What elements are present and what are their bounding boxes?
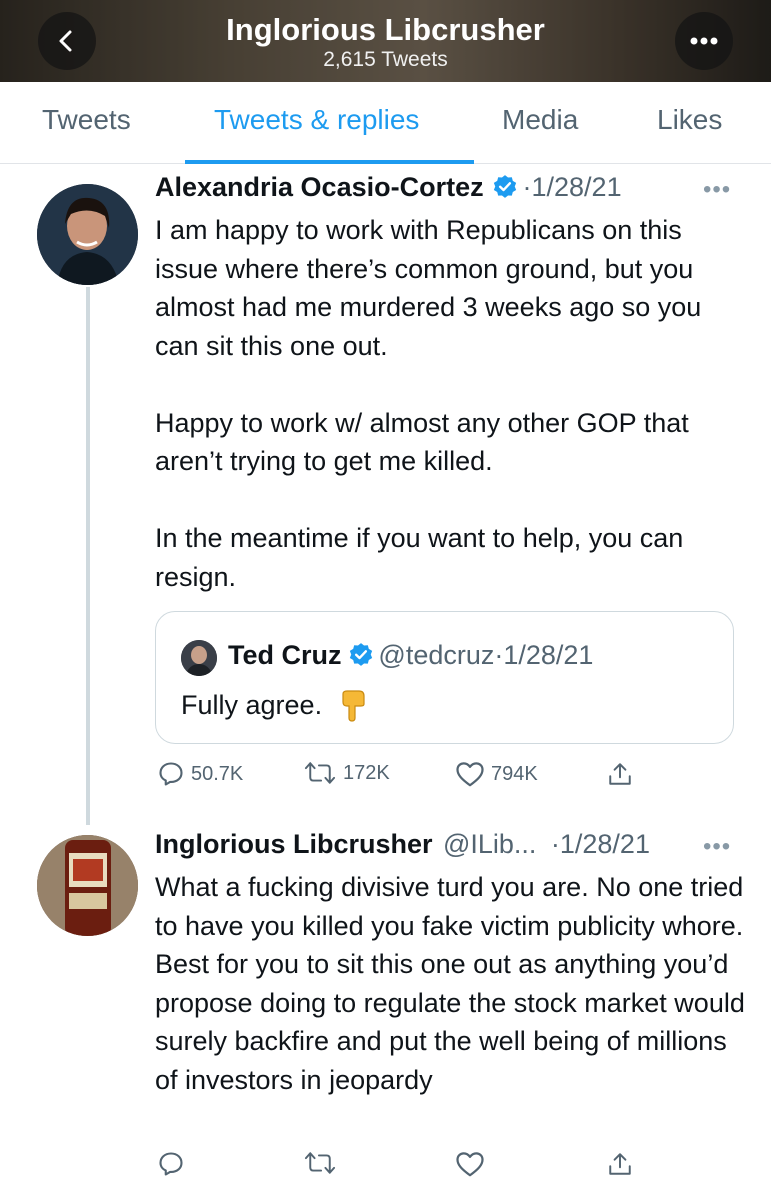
- retweet-button[interactable]: 172K: [303, 760, 390, 786]
- like-button[interactable]: [455, 1150, 485, 1178]
- tab-likes[interactable]: Likes: [657, 104, 722, 136]
- tweet-text: I am happy to work with Republicans on t…: [155, 215, 702, 592]
- tweet-date: ·1/28/21: [522, 172, 622, 202]
- verified-icon: [349, 643, 373, 666]
- retweet-icon: [304, 762, 336, 784]
- tweet-actions: [155, 1150, 655, 1190]
- more-icon: [690, 37, 718, 45]
- share-icon: [609, 1153, 631, 1175]
- verified-icon: [493, 175, 517, 198]
- retweet-button[interactable]: [303, 1150, 337, 1176]
- profile-header: Inglorious Libcrusher 2,615 Tweets: [0, 0, 771, 82]
- share-icon: [609, 763, 631, 785]
- profile-tabs: Tweets Tweets & replies Media Likes: [0, 82, 771, 164]
- tab-tweets-and-replies[interactable]: Tweets & replies: [214, 104, 419, 136]
- avatar[interactable]: [37, 184, 138, 285]
- reply-icon: [159, 762, 183, 786]
- like-button[interactable]: 794K: [455, 760, 538, 788]
- like-icon: [456, 1152, 484, 1177]
- tweet-date: ·1/28/21: [550, 829, 650, 859]
- tweet-more-icon[interactable]: •••: [703, 176, 731, 204]
- quote-handle: @tedcruz: [378, 640, 495, 670]
- share-button[interactable]: [607, 1150, 633, 1178]
- author-handle: @ILib...: [442, 829, 537, 859]
- author-name[interactable]: Inglorious Libcrusher: [155, 829, 433, 859]
- more-button[interactable]: [675, 12, 733, 70]
- tweet-text: What a fucking divisive turd you are. No…: [155, 872, 745, 1095]
- tweet-actions: 50.7K 172K 794K: [155, 760, 655, 800]
- quote-avatar: [181, 640, 217, 676]
- quote-date: ·1/28/21: [494, 640, 594, 670]
- reply-count: 50.7K: [191, 762, 244, 785]
- reply-icon: [159, 1152, 183, 1176]
- tweet-header: Alexandria Ocasio-Cortez ·1/28/21: [155, 172, 622, 203]
- reply-button[interactable]: 50.7K: [157, 760, 243, 788]
- avatar[interactable]: [37, 835, 138, 936]
- active-tab-indicator: [185, 160, 474, 164]
- tweet-header: Inglorious Libcrusher @ILib... ·1/28/21: [155, 829, 650, 860]
- share-button[interactable]: [607, 760, 633, 788]
- author-name[interactable]: Alexandria Ocasio-Cortez: [155, 172, 484, 202]
- quote-author-name: Ted Cruz: [228, 640, 342, 670]
- tweet-more-icon[interactable]: •••: [703, 833, 731, 861]
- quote-text: Fully agree.: [181, 690, 323, 720]
- thread-line: [86, 287, 90, 825]
- quote-header: Ted Cruz @tedcruz·1/28/21: [228, 640, 593, 671]
- quote-body: Fully agree.: [181, 690, 367, 722]
- like-icon: [456, 762, 484, 787]
- profile-name: Inglorious Libcrusher: [226, 12, 545, 47]
- reply-button[interactable]: [157, 1150, 185, 1178]
- tab-tweets[interactable]: Tweets: [42, 104, 131, 136]
- pointing-down-emoji: [341, 690, 365, 722]
- retweet-icon: [304, 1152, 336, 1174]
- quoted-tweet[interactable]: Ted Cruz @tedcruz·1/28/21 Fully agree.: [155, 611, 734, 744]
- tweet-count: 2,615 Tweets: [323, 48, 448, 71]
- like-count: 794K: [491, 762, 538, 785]
- tab-media[interactable]: Media: [502, 104, 578, 136]
- retweet-count: 172K: [343, 761, 390, 784]
